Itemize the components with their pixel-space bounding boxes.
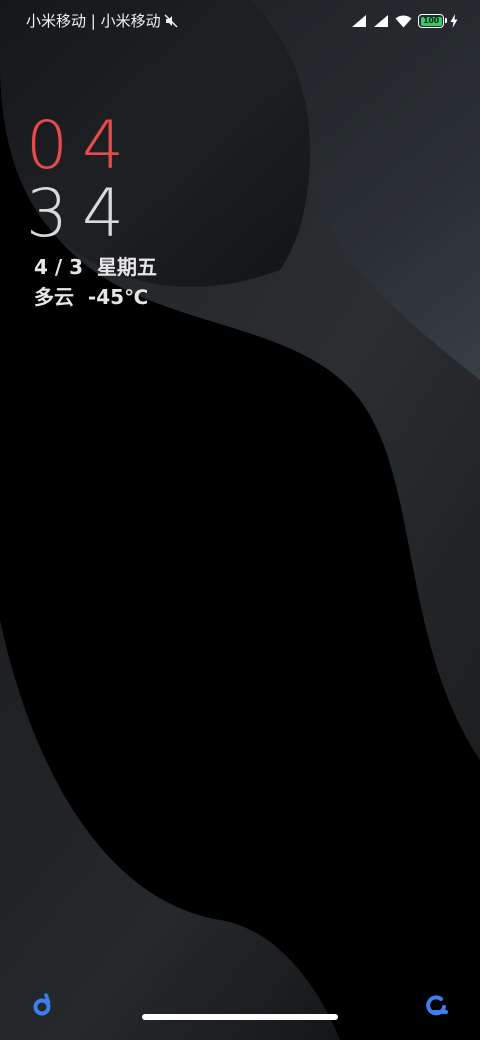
- charging-bolt-icon: [450, 14, 458, 28]
- clock-minutes: 34: [26, 175, 138, 252]
- wifi-icon: [395, 15, 412, 28]
- carrier-label: 小米移动 | 小米移动: [26, 11, 178, 31]
- voice-assistant-icon[interactable]: [30, 990, 58, 1018]
- weather-text: 多云 -45℃: [34, 285, 149, 309]
- signal-icon: [374, 15, 388, 27]
- status-icons: 100: [351, 12, 458, 30]
- home-indicator[interactable]: [142, 1014, 338, 1020]
- battery-fill: 100: [420, 16, 442, 26]
- mute-icon: [164, 14, 178, 28]
- date-text: 4 / 3 星期五: [34, 255, 157, 279]
- battery-cap: [445, 18, 447, 23]
- battery-level: 100: [423, 16, 439, 25]
- signal-icon: [352, 15, 366, 27]
- clock-hours: 04: [26, 107, 138, 184]
- battery-icon: 100: [418, 14, 447, 28]
- carrier-text: 小米移动 | 小米移动: [26, 12, 161, 30]
- status-bar: 小米移动 | 小米移动 100: [0, 0, 480, 42]
- camera-shortcut-icon[interactable]: [422, 990, 450, 1018]
